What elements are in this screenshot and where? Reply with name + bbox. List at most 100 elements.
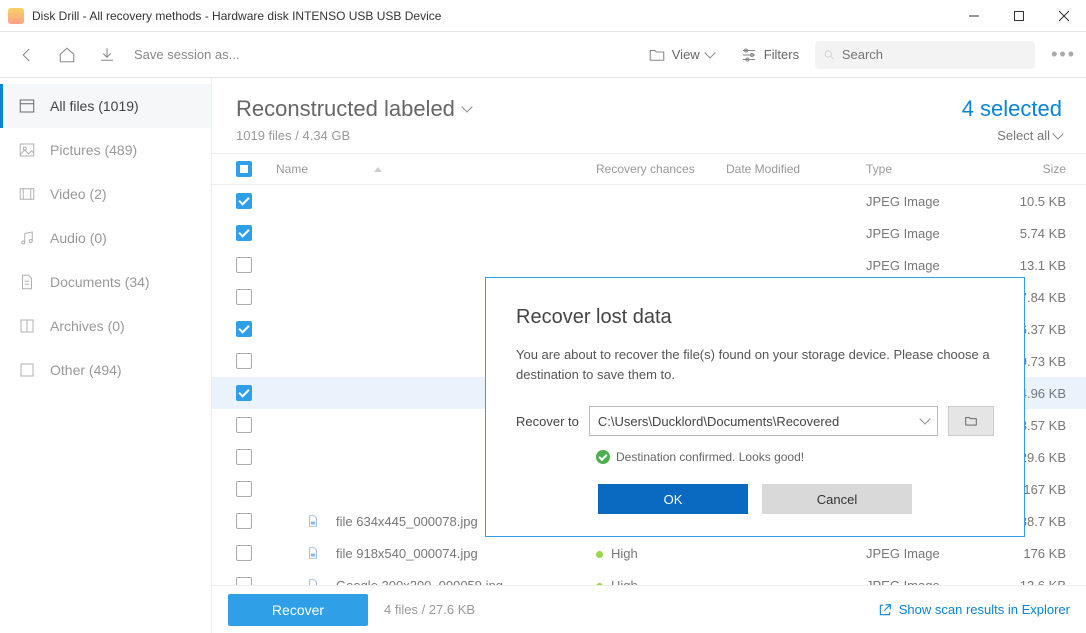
recover-dialog: Recover lost data You are about to recov…: [485, 277, 1025, 537]
header-checkbox[interactable]: [236, 161, 252, 177]
file-name: file 634x445_000078.jpg: [336, 514, 478, 529]
search-input[interactable]: [842, 47, 1027, 62]
sidebar-item-audio[interactable]: Audio (0): [0, 216, 211, 260]
show-in-explorer-link[interactable]: Show scan results in Explorer: [877, 602, 1070, 618]
file-size: 13.6 KB: [986, 578, 1086, 586]
chevron-down-icon: [919, 413, 930, 424]
save-session-label[interactable]: Save session as...: [134, 47, 240, 62]
check-circle-icon: [596, 450, 610, 464]
window-controls: [951, 0, 1086, 32]
row-checkbox[interactable]: [236, 449, 252, 465]
select-all-button[interactable]: Select all: [962, 128, 1062, 143]
table-row[interactable]: file 918x540_000074.jpgHighJPEG Image176…: [212, 537, 1086, 569]
more-menu[interactable]: •••: [1051, 44, 1076, 65]
cancel-button[interactable]: Cancel: [762, 484, 912, 514]
row-checkbox[interactable]: [236, 289, 252, 305]
file-count-summary: 1019 files / 4.34 GB: [236, 128, 471, 143]
save-session-icon[interactable]: [90, 38, 124, 72]
file-type: JPEG Image: [866, 578, 986, 586]
main-panel: Reconstructed labeled 1019 files / 4.34 …: [212, 78, 1086, 633]
folder-icon: [963, 414, 979, 428]
table-row[interactable]: Google 300x200_000059.jpg High JPEG Image1…: [212, 569, 1086, 585]
section-dropdown[interactable]: Reconstructed labeled: [236, 96, 471, 122]
destination-confirmation: Destination confirmed. Looks good!: [596, 450, 994, 464]
table-row[interactable]: JPEG Image5.74 KB: [212, 217, 1086, 249]
col-date[interactable]: Date Modified: [726, 162, 866, 176]
row-checkbox[interactable]: [236, 385, 252, 401]
row-checkbox[interactable]: [236, 257, 252, 273]
sidebar-label: Archives (0): [50, 318, 125, 334]
col-size[interactable]: Size: [986, 162, 1086, 176]
col-recovery[interactable]: Recovery chances: [596, 162, 726, 176]
search-icon: [823, 48, 836, 62]
file-name: file 918x540_000074.jpg: [336, 546, 478, 561]
row-checkbox[interactable]: [236, 545, 252, 561]
sidebar-label: Documents (34): [50, 274, 150, 290]
dialog-body: You are about to recover the file(s) fou…: [516, 345, 994, 384]
sort-asc-icon: [374, 167, 382, 172]
sidebar-item-all-files[interactable]: All files (1019): [0, 84, 211, 128]
file-size: 13.1 KB: [986, 258, 1086, 273]
recovery-chance: High: [611, 546, 638, 561]
window-title: Disk Drill - All recovery methods - Hard…: [32, 9, 951, 23]
destination-path: C:\Users\Ducklord\Documents\Recovered: [598, 414, 839, 429]
row-checkbox[interactable]: [236, 417, 252, 433]
sidebar-label: All files (1019): [50, 98, 139, 114]
row-checkbox[interactable]: [236, 513, 252, 529]
filters-button[interactable]: Filters: [730, 46, 809, 64]
sidebar-item-archives[interactable]: Archives (0): [0, 304, 211, 348]
file-size: 5.74 KB: [986, 226, 1086, 241]
table-header: Name Recovery chances Date Modified Type…: [212, 153, 1086, 185]
folder-icon: [648, 46, 666, 64]
file-type: JPEG Image: [866, 258, 986, 273]
file-type: JPEG Image: [866, 194, 986, 209]
titlebar: Disk Drill - All recovery methods - Hard…: [0, 0, 1086, 32]
row-checkbox[interactable]: [236, 353, 252, 369]
file-icon: [306, 513, 320, 529]
sidebar-item-pictures[interactable]: Pictures (489): [0, 128, 211, 172]
file-icon: [306, 545, 320, 561]
row-checkbox[interactable]: [236, 321, 252, 337]
minimize-button[interactable]: [951, 0, 996, 32]
chevron-down-icon: [461, 101, 472, 112]
row-checkbox[interactable]: [236, 225, 252, 241]
view-label: View: [672, 47, 700, 62]
file-icon: [306, 577, 320, 585]
row-checkbox[interactable]: [236, 577, 252, 585]
row-checkbox[interactable]: [236, 481, 252, 497]
destination-dropdown[interactable]: C:\Users\Ducklord\Documents\Recovered: [589, 406, 938, 436]
sidebar-item-other[interactable]: Other (494): [0, 348, 211, 392]
table-row[interactable]: JPEG Image10.5 KB: [212, 185, 1086, 217]
browse-folder-button[interactable]: [948, 406, 994, 436]
sidebar-label: Video (2): [50, 186, 107, 202]
selection-summary: 4 files / 27.6 KB: [384, 602, 861, 617]
recovery-dot-icon: [596, 551, 603, 558]
recover-button[interactable]: Recover: [228, 594, 368, 626]
recovery-chance: High: [611, 578, 638, 586]
external-link-icon: [877, 602, 893, 618]
row-checkbox[interactable]: [236, 193, 252, 209]
sidebar: All files (1019) Pictures (489) Video (2…: [0, 78, 212, 633]
col-type[interactable]: Type: [866, 162, 986, 176]
ok-button[interactable]: OK: [598, 484, 748, 514]
bottom-bar: Recover 4 files / 27.6 KB Show scan resu…: [212, 585, 1086, 633]
sidebar-item-video[interactable]: Video (2): [0, 172, 211, 216]
selected-count: 4 selected: [962, 96, 1062, 122]
chevron-down-icon: [1052, 128, 1063, 139]
sidebar-item-documents[interactable]: Documents (34): [0, 260, 211, 304]
file-type: JPEG Image: [866, 226, 986, 241]
dialog-title: Recover lost data: [516, 306, 994, 329]
file-name: Google 300x200_000059.jpg: [336, 578, 503, 586]
home-button[interactable]: [50, 38, 84, 72]
view-dropdown[interactable]: View: [638, 46, 724, 64]
back-button[interactable]: [10, 38, 44, 72]
toolbar: Save session as... View Filters •••: [0, 32, 1086, 78]
close-button[interactable]: [1041, 0, 1086, 32]
maximize-button[interactable]: [996, 0, 1041, 32]
filters-label: Filters: [764, 47, 799, 62]
file-type: JPEG Image: [866, 546, 986, 561]
filters-icon: [740, 46, 758, 64]
search-box[interactable]: [815, 41, 1035, 69]
col-name[interactable]: Name: [264, 162, 596, 176]
chevron-down-icon: [704, 47, 715, 58]
